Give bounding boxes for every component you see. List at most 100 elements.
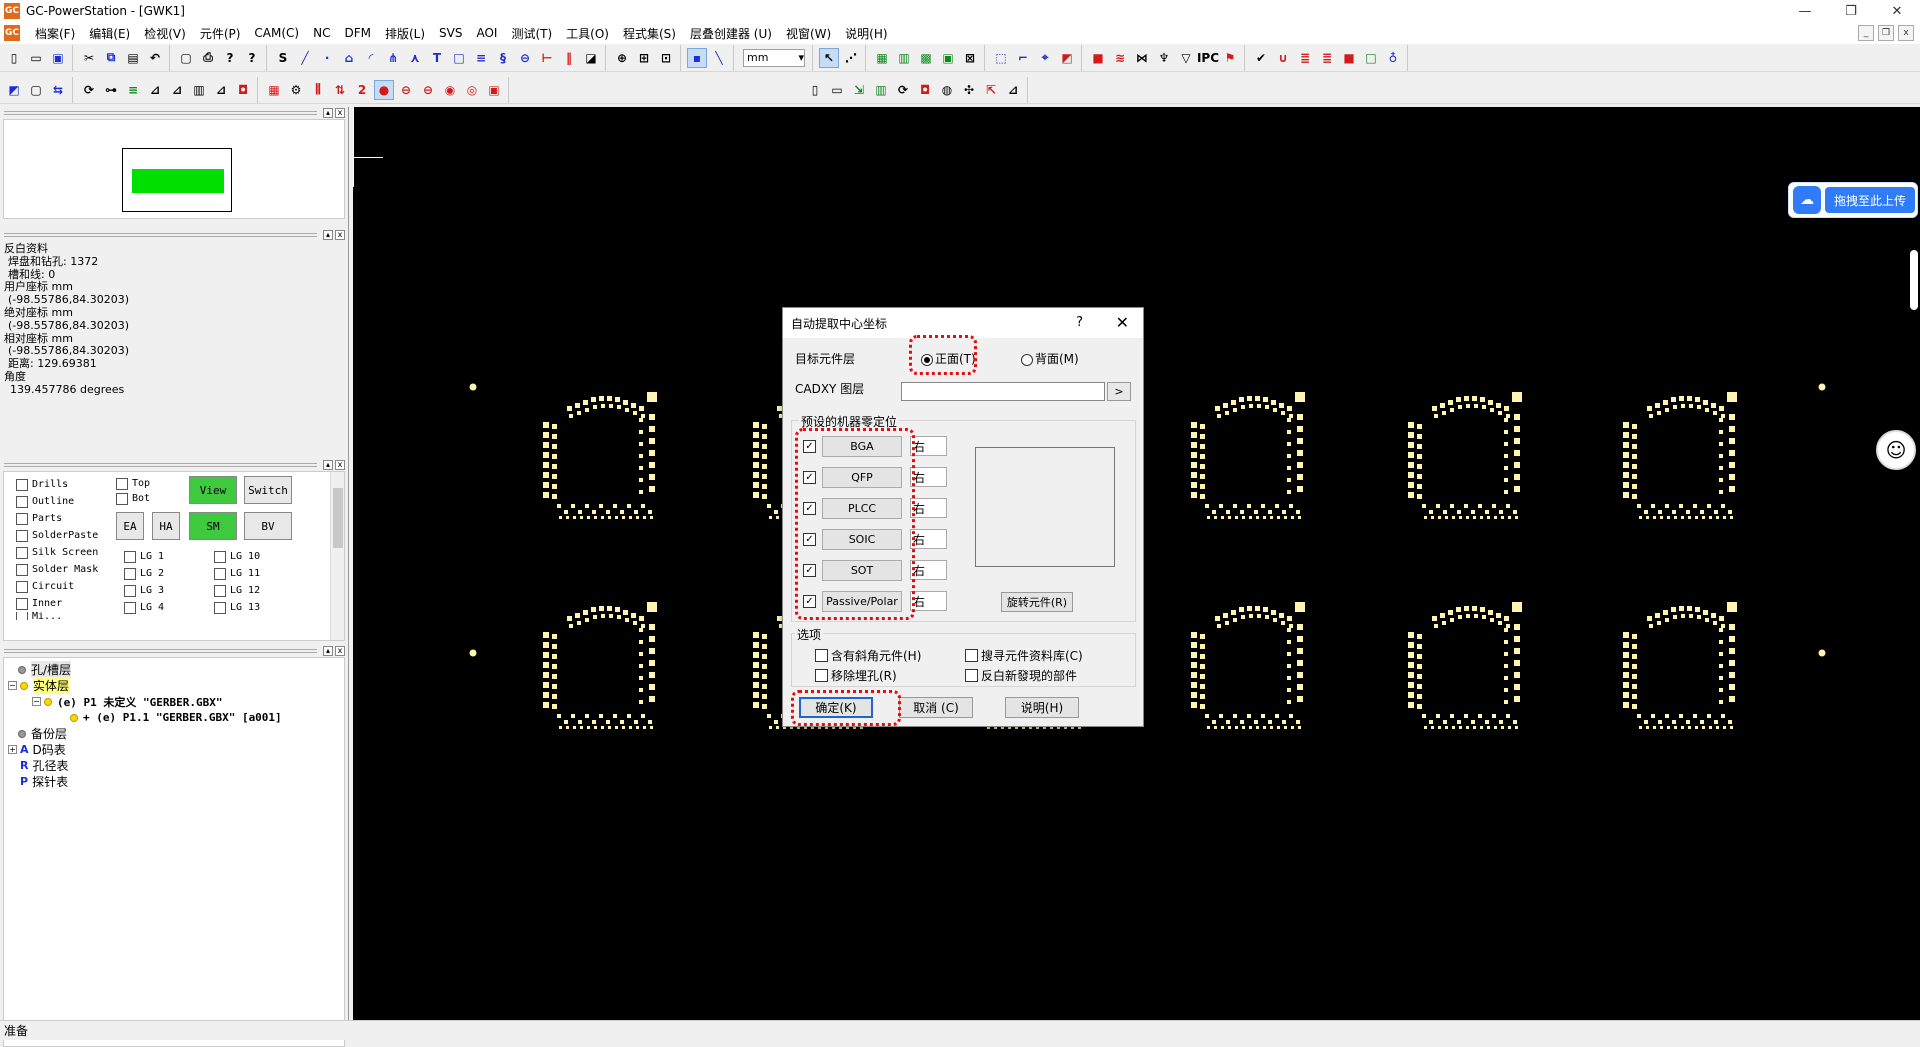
gear-icon[interactable]: ⚙ bbox=[286, 80, 306, 100]
snap-grid-icon[interactable]: ▪ bbox=[687, 47, 707, 68]
menu-window[interactable]: 视窗(W) bbox=[779, 25, 838, 42]
pointer-icon[interactable]: ↖ bbox=[819, 47, 839, 68]
tree-holes-layer[interactable]: 孔/槽层 bbox=[18, 661, 72, 678]
select-arrow-icon[interactable]: ◩ bbox=[1057, 48, 1077, 68]
plcc-side[interactable]: 右 bbox=[910, 498, 947, 518]
tree-solid-layer[interactable]: − 实体层 bbox=[8, 677, 70, 694]
red-square-icon[interactable]: ■ bbox=[1339, 48, 1359, 68]
undo-icon[interactable]: ↶ bbox=[145, 48, 165, 68]
check-icon[interactable]: ✔ bbox=[1251, 48, 1271, 68]
layer-swap-icon[interactable]: ⇆ bbox=[48, 80, 68, 100]
pane-collapse-icon[interactable]: ▴ bbox=[323, 230, 333, 240]
matrix-icon[interactable]: ▦ bbox=[264, 80, 284, 100]
checkbox[interactable] bbox=[815, 649, 828, 662]
checkbox[interactable] bbox=[124, 601, 136, 614]
bars-icon[interactable]: ▥ bbox=[189, 80, 209, 100]
checkbox[interactable] bbox=[116, 492, 128, 505]
layer-lg2[interactable]: LG 2 bbox=[124, 565, 164, 582]
layer-soldermask[interactable]: Solder Mask bbox=[16, 561, 98, 578]
open-doc-icon[interactable]: ▭ bbox=[827, 80, 847, 100]
green-square-icon[interactable]: □ bbox=[1361, 48, 1381, 68]
tree-probe-table[interactable]: P 探针表 bbox=[20, 774, 68, 789]
context-help-icon[interactable]: ? bbox=[242, 48, 262, 68]
menu-programs[interactable]: 程式集(S) bbox=[616, 25, 683, 42]
flag-icon[interactable]: ⚑ bbox=[1220, 48, 1240, 68]
cancel-button[interactable]: 取消 (C) bbox=[899, 697, 973, 718]
menu-svs[interactable]: SVS bbox=[432, 26, 469, 40]
checkbox[interactable] bbox=[16, 512, 28, 525]
pad-target-icon[interactable]: ⊖ bbox=[396, 80, 416, 100]
restore-button[interactable]: ❐ bbox=[1828, 0, 1874, 22]
pad-fill-icon[interactable]: ◉ bbox=[440, 80, 460, 100]
sot-side[interactable]: 右 bbox=[910, 560, 947, 580]
pane-close-icon[interactable]: x bbox=[335, 108, 345, 118]
qfp-side[interactable]: 右 bbox=[910, 467, 947, 487]
import-icon[interactable]: ⇲ bbox=[849, 80, 869, 100]
switch-button[interactable]: Switch bbox=[244, 476, 292, 504]
checkbox[interactable] bbox=[965, 669, 978, 682]
stack-a-icon[interactable]: ≣ bbox=[1295, 48, 1315, 68]
graph-a-icon[interactable]: ⊿ bbox=[145, 80, 165, 100]
zoom-in-icon[interactable]: ⊕ bbox=[612, 48, 632, 68]
checkbox[interactable] bbox=[815, 669, 828, 682]
help-icon[interactable]: ? bbox=[220, 48, 240, 68]
zoom-all-icon[interactable]: ⊡ bbox=[656, 48, 676, 68]
radio-icon[interactable] bbox=[1021, 353, 1033, 366]
checkbox[interactable] bbox=[965, 649, 978, 662]
comb-icon[interactable]: ⫼ bbox=[308, 80, 328, 100]
cadxy-browse-button[interactable]: > bbox=[1107, 382, 1131, 401]
filter-icon[interactable]: ▽ bbox=[1176, 48, 1196, 68]
pane-close-icon[interactable]: x bbox=[335, 646, 345, 656]
select-s-icon[interactable]: S bbox=[273, 48, 293, 68]
select-corner-icon[interactable]: ⌐ bbox=[1013, 48, 1033, 68]
move-icon[interactable]: ⊶ bbox=[101, 80, 121, 100]
save-icon[interactable]: ▣ bbox=[48, 48, 68, 68]
bga-side[interactable]: 右 bbox=[910, 436, 947, 456]
tools-icon[interactable]: ✣ bbox=[959, 80, 979, 100]
branch-icon[interactable]: ⋔ bbox=[383, 48, 403, 68]
tree-backup-layer[interactable]: 备份层 bbox=[18, 726, 67, 741]
menu-parts[interactable]: 元件(P) bbox=[193, 25, 248, 42]
cut-icon[interactable]: ✂ bbox=[79, 48, 99, 68]
assistant-avatar-icon[interactable]: ☺ bbox=[1876, 430, 1916, 470]
magnet-icon[interactable]: ∪ bbox=[1273, 48, 1293, 68]
layer-lg4[interactable]: LG 4 bbox=[124, 599, 164, 616]
print-preview-icon[interactable]: ▢ bbox=[176, 48, 196, 68]
checkbox[interactable] bbox=[214, 584, 226, 597]
dialog-close-icon[interactable]: ✕ bbox=[1116, 313, 1129, 332]
split-icon[interactable]: ⋏ bbox=[405, 48, 425, 68]
globe-icon[interactable]: ◍ bbox=[937, 80, 957, 100]
menu-help[interactable]: 说明(H) bbox=[838, 25, 894, 42]
pad-ring-icon[interactable]: ⊖ bbox=[418, 80, 438, 100]
tree-p1-1[interactable]: + (e) P1.1 "GERBER.GBX" [a001] bbox=[70, 710, 282, 725]
menu-aoi[interactable]: AOI bbox=[469, 26, 504, 40]
spiral-icon[interactable]: § bbox=[493, 48, 513, 68]
passive-side[interactable]: 右 bbox=[910, 591, 947, 611]
overview-pane[interactable] bbox=[3, 119, 345, 219]
collapse-icon[interactable]: − bbox=[32, 697, 41, 706]
two-icon[interactable]: 2 bbox=[352, 80, 372, 100]
panel-icon[interactable]: ▥ bbox=[871, 80, 891, 100]
inspect-icon[interactable]: ⊠ bbox=[960, 48, 980, 68]
checkbox[interactable] bbox=[16, 580, 28, 593]
view-button[interactable]: View bbox=[189, 476, 237, 504]
cycle-icon[interactable]: ⟳ bbox=[893, 80, 913, 100]
menu-cam[interactable]: CAM(C) bbox=[247, 26, 306, 40]
pane-close-icon[interactable]: x bbox=[335, 230, 345, 240]
pane-collapse-icon[interactable]: ▴ bbox=[323, 646, 333, 656]
checkbox[interactable] bbox=[16, 563, 28, 576]
layer-drills[interactable]: Drills bbox=[16, 476, 98, 493]
mdi-minimize-button[interactable]: _ bbox=[1858, 25, 1874, 41]
menu-view[interactable]: 检视(V) bbox=[137, 25, 193, 42]
layer-misc[interactable]: Mi... bbox=[16, 612, 98, 620]
close-window-button[interactable]: ✕ bbox=[1874, 0, 1920, 22]
checkbox[interactable] bbox=[16, 529, 28, 542]
checkbox[interactable] bbox=[16, 546, 28, 559]
pad-box-icon[interactable]: ▣ bbox=[484, 80, 504, 100]
paste-icon[interactable]: ▤ bbox=[123, 48, 143, 68]
refresh-icon[interactable]: ⟳ bbox=[79, 80, 99, 100]
dialog-help-icon[interactable]: ? bbox=[1076, 315, 1083, 330]
stack-b-icon[interactable]: ≣ bbox=[1317, 48, 1337, 68]
pad-square-icon[interactable]: ◎ bbox=[462, 80, 482, 100]
layers-scrollbar[interactable] bbox=[330, 472, 344, 640]
